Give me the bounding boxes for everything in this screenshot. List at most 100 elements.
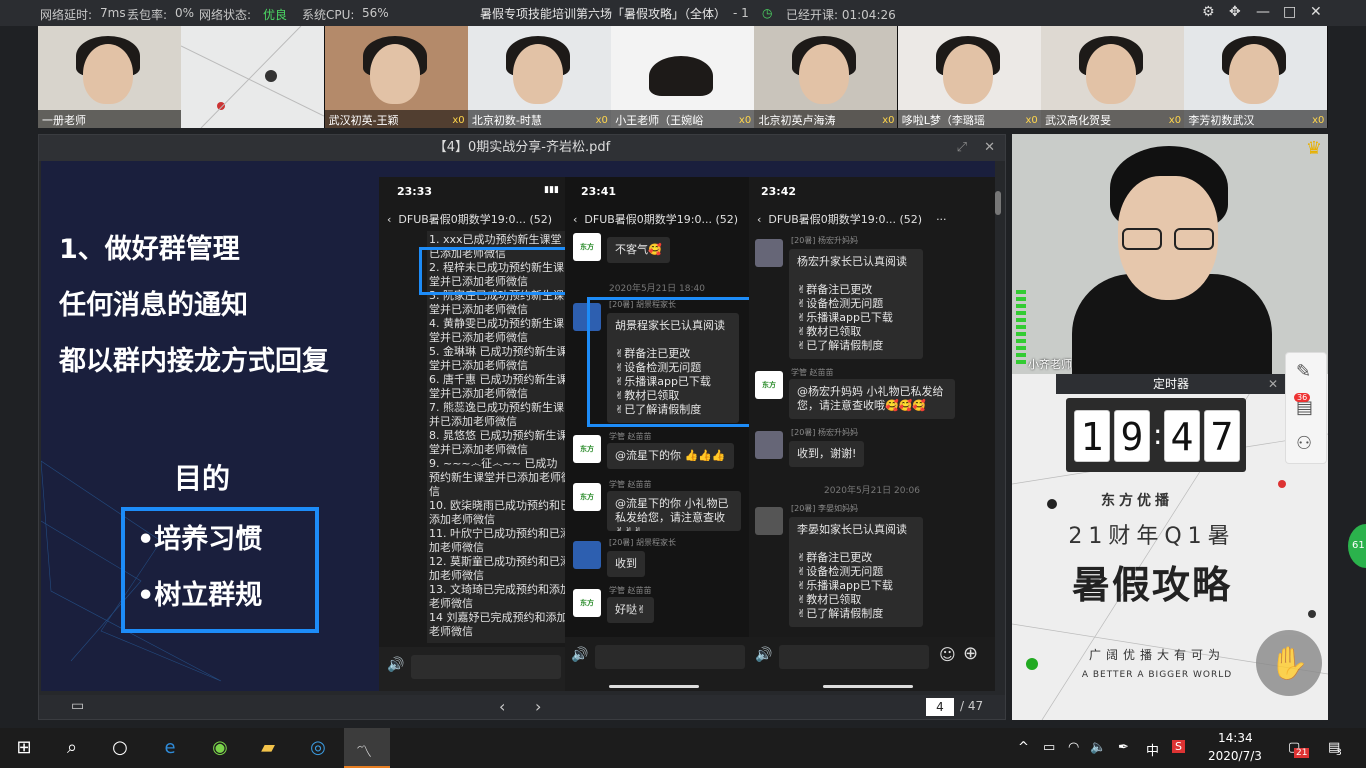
floating-badge[interactable]: 61: [1348, 524, 1366, 568]
ime-icon[interactable]: S: [1172, 740, 1185, 753]
clock-date[interactable]: 2020/7/3: [1208, 749, 1262, 763]
participant-tile[interactable]: 武汉高化贺旻 x0: [1041, 26, 1185, 128]
phone-screenshot-2: 23:41 ‹ DFUB暑假0期数学19:0... (52) 东方 不客气🥰 2…: [565, 177, 749, 691]
battery-icon[interactable]: ▭: [1043, 740, 1055, 755]
emoji-icon[interactable]: ☺: [939, 645, 956, 664]
participant-tile[interactable]: 武汉初英-王颖 x0: [324, 26, 468, 128]
voice-icon[interactable]: 🔊: [755, 647, 772, 663]
active-app[interactable]: 〽: [344, 728, 390, 768]
checklist-item: ✌教材已领取: [797, 593, 862, 606]
chat-title: DFUB暑假0期数学19:0... (52): [584, 213, 739, 226]
roster-line: 堂并已添加老师微信: [429, 303, 528, 316]
chat-header: ‹ DFUB暑假0期数学19:0... (52) ···: [757, 213, 947, 226]
users-icon[interactable]: ⚇: [1296, 433, 1312, 454]
participant-tile[interactable]: 北京初数-时慧 x0: [467, 26, 611, 128]
avatar: [755, 431, 783, 459]
phone-time: 23:33: [397, 185, 433, 198]
pdf-close-icon[interactable]: ✕: [984, 135, 995, 161]
participant-name: 李芳初数武汉: [1184, 110, 1328, 128]
maximize-icon[interactable]: □: [1283, 4, 1296, 20]
participant-tile[interactable]: 小王老师（王婉峪 x0: [611, 26, 755, 128]
sidebar-toggle-icon[interactable]: ▭: [71, 698, 84, 714]
checklist-item: ✌乐播课app已下载: [797, 311, 893, 324]
tray-expand-icon[interactable]: ^: [1018, 740, 1029, 755]
slide-page: 1、做好群管理 任何消息的通知 都以群内接龙方式回复 目的 •培养习惯 •树立群…: [41, 161, 995, 691]
notes-icon[interactable]: ✎: [1296, 361, 1311, 382]
chat-message: 杨宏升家长已认真阅读 ✌群备注已更改 ✌设备检测无问题 ✌乐播课app已下载 ✌…: [789, 249, 923, 359]
chat-sender: [20暑] 李晏如妈妈: [791, 504, 858, 513]
teacher-video[interactable]: ♛ 小齐老师: [1012, 134, 1328, 374]
participant-tile[interactable]: 北京初英卢海涛 x0: [754, 26, 898, 128]
chat-sender: 学管 赵苗苗: [609, 586, 652, 595]
slide-bullet-2: •树立群规: [137, 580, 263, 611]
net-status: 优良: [263, 8, 288, 22]
next-page-icon[interactable]: ›: [535, 697, 541, 716]
chat-input[interactable]: [595, 645, 745, 669]
task-view-icon[interactable]: ○: [108, 736, 132, 760]
close-icon[interactable]: ✕: [1310, 4, 1322, 20]
clock-time[interactable]: 14:34: [1218, 731, 1253, 745]
chat-sender: [20暑] 胡景程家长: [609, 538, 676, 547]
scrollbar-thumb[interactable]: [995, 191, 1001, 215]
slide-purpose: 目的: [174, 462, 231, 495]
pdf-viewer: 【4】0期实战分享-齐岩松.pdf ⤢ ✕ 1、做好群管理 任何消息的通知 都以…: [38, 134, 1006, 720]
avatar: 东方: [573, 233, 601, 261]
add-icon[interactable]: ⊕: [963, 643, 978, 664]
roster-line: 11. 叶欣宁已成功预约和已添: [429, 527, 565, 540]
voice-icon[interactable]: 🔊: [571, 647, 588, 663]
wifi-icon[interactable]: ◠: [1068, 740, 1079, 755]
expand-icon[interactable]: ⤢: [957, 135, 967, 161]
roster-line: 12. 莫斯童已成功预约和已添: [429, 555, 565, 568]
chat-header: ‹ DFUB暑假0期数学19:0... (52): [387, 213, 553, 226]
roster-line: 堂并已添加老师微信: [429, 359, 528, 372]
prev-page-icon[interactable]: ‹: [499, 697, 505, 716]
crown-icon: ♛: [1305, 138, 1322, 159]
timer-digit: 9: [1114, 410, 1150, 462]
participant-tile[interactable]: [181, 26, 325, 128]
chat-sender: [20暑] 杨宏升妈妈: [791, 428, 858, 437]
home-indicator: [609, 685, 699, 688]
chat-input[interactable]: [411, 655, 561, 679]
chat-sender: 学管 赵苗苗: [609, 480, 652, 489]
windows-start-icon[interactable]: ⊞: [12, 736, 36, 760]
page-total: / 47: [960, 699, 984, 713]
browser-icon[interactable]: ◉: [208, 736, 232, 760]
action-center-count: 3: [1336, 748, 1342, 758]
slide-heading-1: 1、做好群管理: [59, 234, 240, 265]
file-explorer-icon[interactable]: ▰: [256, 736, 280, 760]
participant-name: 武汉初英-王颖: [324, 110, 468, 128]
timer-digit: 4: [1164, 410, 1200, 462]
trophy-count: x0: [1312, 115, 1325, 126]
chat-title: DFUB暑假0期数学19:0... (52): [768, 213, 923, 226]
page-input[interactable]: 4: [926, 698, 954, 716]
volume-icon[interactable]: 🔈: [1090, 740, 1106, 755]
checklist-item: ✌设备检测无问题: [797, 565, 884, 578]
chat-message: 收到，谢谢!: [789, 441, 865, 467]
pen-icon[interactable]: ✒: [1118, 740, 1129, 755]
minimize-icon[interactable]: —: [1256, 4, 1270, 20]
timer-header: 定时器 ✕: [1056, 374, 1286, 394]
settings-icon[interactable]: ⚙: [1202, 4, 1215, 20]
app-icon[interactable]: ◎: [306, 736, 330, 760]
chat-input[interactable]: [779, 645, 929, 669]
trophy-count: x0: [452, 115, 465, 126]
trophy-count: x0: [1168, 115, 1182, 126]
pin-icon[interactable]: ✥: [1229, 4, 1241, 20]
latency-label: 网络延时:: [40, 8, 93, 22]
search-icon[interactable]: ⌕: [60, 736, 84, 760]
roster-line: 加老师微信: [429, 569, 484, 582]
chat-message: @流星下的你 小礼物已私发给您，请注意查收✌✌✌: [607, 491, 741, 531]
participant-tile[interactable]: 哆啦L梦（李璐瑶 x0: [897, 26, 1041, 128]
participant-tile[interactable]: 李芳初数武汉 x0: [1184, 26, 1328, 128]
pdf-title: 【4】0期实战分享-齐岩松.pdf: [433, 140, 611, 155]
voice-icon[interactable]: 🔊: [387, 657, 404, 673]
edge-icon[interactable]: e: [158, 736, 182, 760]
trophy-count: x0: [738, 115, 752, 126]
timer-close-icon[interactable]: ✕: [1268, 374, 1278, 394]
ime-lang[interactable]: 中: [1146, 740, 1159, 759]
participant-tile[interactable]: 一册老师: [38, 26, 181, 128]
phone-time: 23:42: [761, 185, 797, 198]
raise-hand-icon[interactable]: ✋: [1256, 630, 1322, 696]
message-title: 李晏如家长已认真阅读: [797, 523, 907, 536]
chat-message: 收到: [607, 551, 645, 577]
